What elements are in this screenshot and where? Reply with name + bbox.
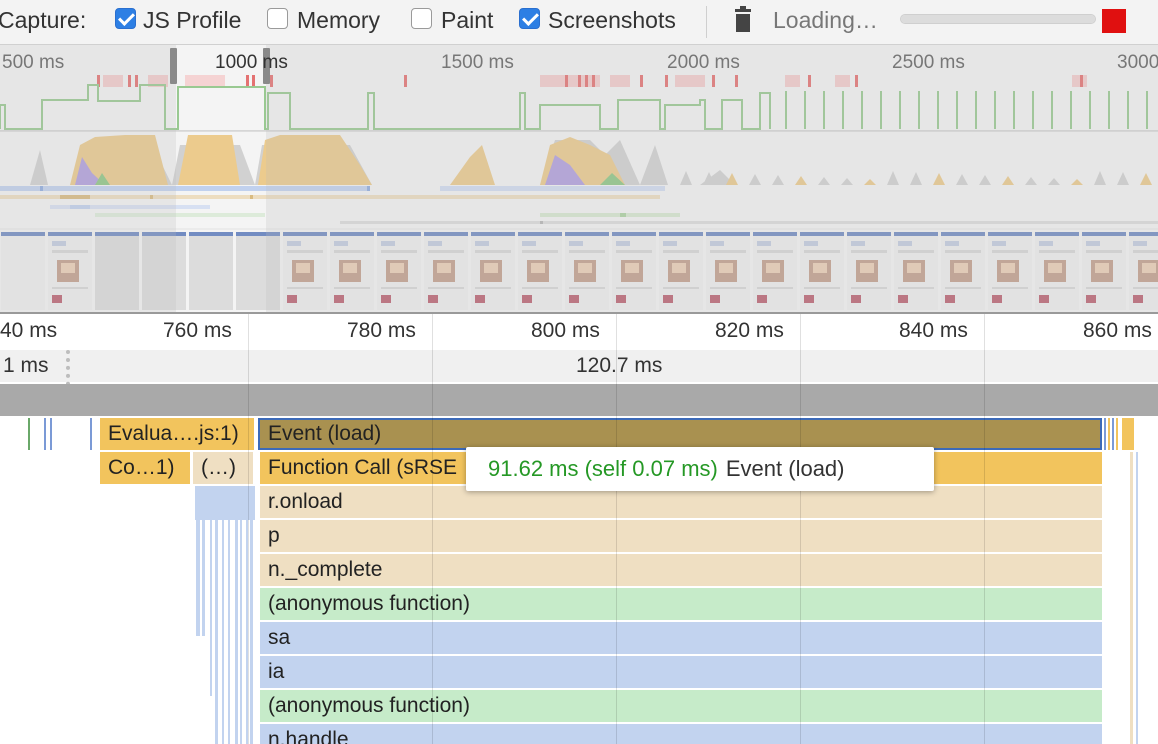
flame-frame-bar[interactable]: p <box>260 520 1102 552</box>
timeline-overview[interactable]: 500 ms 1000 ms 1500 ms 2000 ms 2500 ms 3… <box>0 45 1158 313</box>
tooltip-event-name: Event (load) <box>725 456 845 481</box>
overview-tick: 500 ms <box>2 52 65 73</box>
overview-tick: 2500 ms <box>892 52 965 73</box>
capture-label: Capture: <box>0 7 87 33</box>
timeline-toolbar: Capture: JS Profile Memory Paint Screens… <box>0 0 1158 45</box>
flame-frame-bar[interactable]: sa <box>260 622 1102 654</box>
ruler-tick: 40 ms <box>0 319 58 342</box>
flame-frame-bar[interactable]: (anonymous function) <box>260 588 1102 620</box>
time-gridline <box>800 314 801 744</box>
overview-graphs <box>0 45 1158 313</box>
overview-selection-left-handle[interactable] <box>170 48 177 84</box>
screenshots-label[interactable]: Screenshots <box>548 7 676 34</box>
trash-icon[interactable] <box>733 6 753 33</box>
overview-tick: 3000 <box>1117 52 1158 73</box>
frame-duration-label: 120.7 ms <box>576 354 663 377</box>
event-load-bar[interactable]: Event (load) <box>258 418 1102 450</box>
time-gridline <box>432 314 433 744</box>
evaluate-script-bar[interactable]: Evalua….js:1) <box>100 418 254 450</box>
paint-label[interactable]: Paint <box>441 7 493 34</box>
toolbar-separator <box>706 6 707 38</box>
memory-checkbox[interactable] <box>267 8 288 29</box>
ruler-tick: 760 ms <box>163 319 232 342</box>
stop-recording-button[interactable] <box>1102 9 1126 33</box>
compile-script-bar[interactable]: Co…1) <box>100 452 190 484</box>
flame-frame-bar[interactable]: ia <box>260 656 1102 688</box>
overview-tick: 1000 ms <box>215 52 288 73</box>
overview-tick: 2000 ms <box>667 52 740 73</box>
ruler-tick: 820 ms <box>715 319 784 342</box>
time-gridline <box>248 314 249 744</box>
js-profile-label[interactable]: JS Profile <box>143 7 241 34</box>
ruler-tick: 780 ms <box>347 319 416 342</box>
ruler-tick: 800 ms <box>531 319 600 342</box>
ruler-tick: 860 ms <box>1083 319 1152 342</box>
flame-frame-bar[interactable]: (anonymous function) <box>260 690 1102 722</box>
overview-tick: 1500 ms <box>441 52 514 73</box>
flame-tooltip: 91.62 ms (self 0.07 ms) Event (load) <box>466 447 934 491</box>
flame-frame-bar[interactable]: n._complete <box>260 554 1102 586</box>
time-gridline <box>984 314 985 744</box>
paint-checkbox[interactable] <box>411 8 432 29</box>
loading-status: Loading… <box>773 7 878 33</box>
frame-duration-label: 1 ms <box>3 354 49 377</box>
loading-progress-bar <box>900 14 1096 24</box>
memory-label[interactable]: Memory <box>297 7 380 34</box>
screenshots-checkbox[interactable] <box>519 8 540 29</box>
ruler-tick: 840 ms <box>899 319 968 342</box>
flame-frame-bar[interactable]: n.handle <box>260 724 1102 744</box>
tooltip-duration: 91.62 ms (self 0.07 ms) <box>488 456 718 481</box>
time-gridline <box>616 314 617 744</box>
js-profile-checkbox[interactable] <box>115 8 136 29</box>
anonymous-call-bar[interactable]: (…) <box>193 452 253 484</box>
